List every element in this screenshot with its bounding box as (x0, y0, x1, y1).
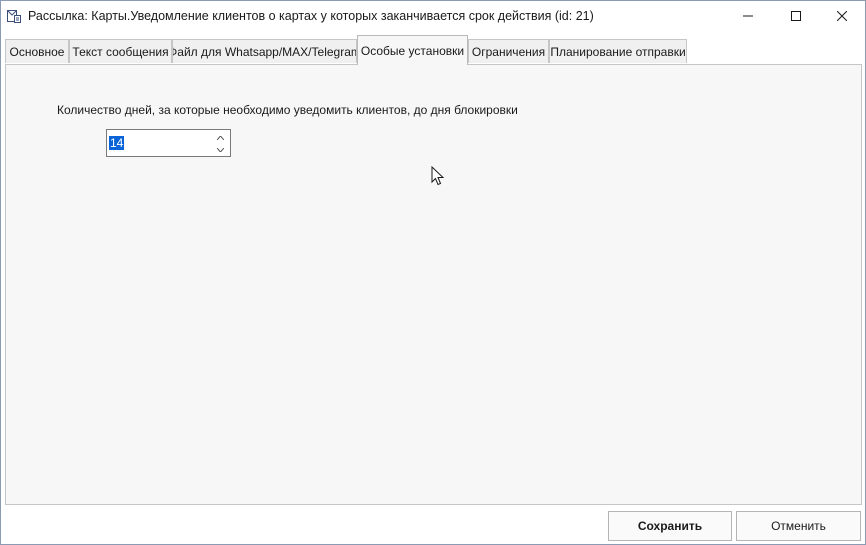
tab-label: Основное (9, 44, 65, 59)
tab-basic[interactable]: Основное (5, 39, 69, 63)
close-button[interactable] (819, 1, 865, 31)
tab-restrictions[interactable]: Ограничения (468, 39, 549, 63)
tab-label: Планирование отправки (550, 44, 686, 59)
tab-strip: Основное Текст сообщения Файл для Whatsa… (1, 31, 865, 65)
mouse-pointer-icon (431, 165, 445, 189)
maximize-icon (791, 11, 801, 21)
tab-label: Файл для Whatsapp/MAX/Telegram (172, 44, 357, 59)
mail-document-icon (6, 8, 22, 24)
dialog-footer: Сохранить Отменить (1, 505, 865, 544)
save-button-label: Сохранить (637, 519, 703, 533)
title-bar[interactable]: Рассылка: Карты.Уведомление клиентов о к… (1, 1, 865, 31)
cancel-button[interactable]: Отменить (736, 511, 861, 541)
tab-panel-special-settings: Количество дней, за которые необходимо у… (5, 64, 862, 505)
close-icon (837, 11, 847, 21)
save-button[interactable]: Сохранить (608, 511, 732, 541)
tab-label: Текст сообщения (72, 44, 169, 59)
maximize-button[interactable] (773, 1, 819, 31)
cancel-button-label: Отменить (771, 519, 826, 533)
days-before-block-label: Количество дней, за которые необходимо у… (57, 103, 518, 117)
minimize-icon (743, 11, 753, 21)
tab-messenger-file[interactable]: Файл для Whatsapp/MAX/Telegram (172, 39, 357, 63)
dialog-window: Рассылка: Карты.Уведомление клиентов о к… (0, 0, 866, 545)
days-value-text[interactable]: 14 (109, 136, 125, 150)
days-before-block-stepper[interactable]: 14 (106, 129, 231, 157)
minimize-button[interactable] (725, 1, 771, 31)
window-title: Рассылка: Карты.Уведомление клиентов о к… (28, 9, 594, 23)
tab-label: Особые установки (360, 43, 465, 58)
tab-special-settings[interactable]: Особые установки (357, 35, 468, 65)
tab-send-schedule[interactable]: Планирование отправки (549, 39, 687, 63)
tab-label: Ограничения (471, 44, 546, 59)
chevron-down-icon[interactable] (214, 144, 226, 155)
chevron-up-icon[interactable] (214, 132, 226, 143)
tab-message-text[interactable]: Текст сообщения (69, 39, 172, 63)
